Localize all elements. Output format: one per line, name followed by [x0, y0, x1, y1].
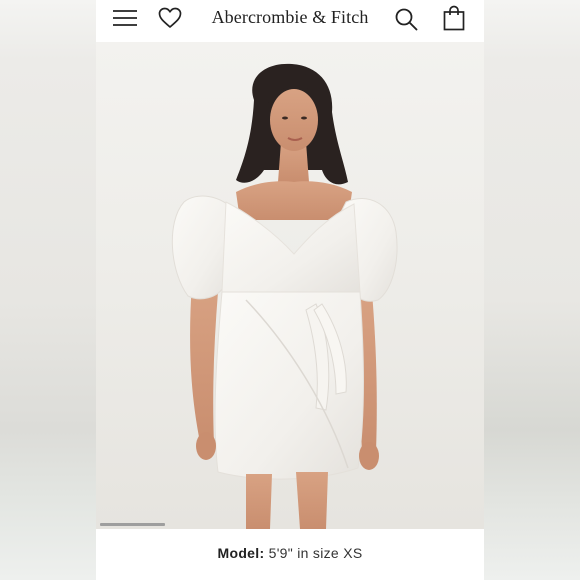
screenshot-frame: Abercrombie & Fitch Model: 5'9" in size …	[0, 0, 580, 580]
model-in-white-dress-illustration	[171, 63, 398, 529]
product-page: Abercrombie & Fitch Model: 5'9" in size …	[96, 0, 484, 580]
shopping-bag-icon[interactable]	[443, 5, 465, 31]
model-info: Model: 5'9" in size XS	[96, 529, 484, 580]
search-icon[interactable]	[394, 7, 418, 31]
model-info-value: 5'9" in size XS	[268, 545, 363, 561]
blurred-right-border	[484, 0, 580, 580]
carousel-progress-indicator	[100, 523, 165, 526]
heart-icon[interactable]	[158, 7, 182, 29]
product-photo[interactable]	[96, 42, 484, 529]
hamburger-menu-icon[interactable]	[112, 8, 138, 28]
model-info-label: Model:	[217, 545, 265, 561]
blurred-left-border	[0, 0, 96, 580]
brand-logo[interactable]: Abercrombie & Fitch	[196, 6, 384, 28]
site-header: Abercrombie & Fitch	[96, 0, 484, 42]
